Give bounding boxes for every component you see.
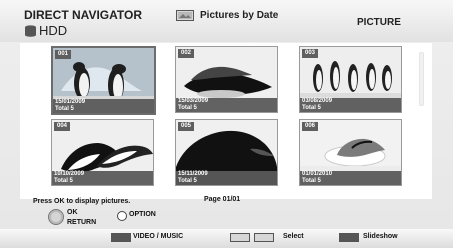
hdd-icon [25,24,36,37]
hdd-indicator: HDD [24,23,67,38]
ok-label: OK [67,209,78,216]
direct-navigator-screen: DIRECT NAVIGATOR HDD Pictures by Date PI… [0,0,453,248]
thumbnail-001[interactable]: 001 15/01/2009 Total 5 [51,46,156,115]
thumbnail-number: 003 [302,49,319,58]
picture-icon [176,10,194,21]
mode-label: PICTURE [357,17,401,28]
thumbnail-caption: 10/10/2009 Total 5 [52,171,153,185]
thumbnail-total: Total 5 [302,105,321,111]
instruction-text: Press OK to display pictures. [33,198,131,205]
top-bar: DIRECT NAVIGATOR HDD Pictures by Date PI… [0,0,453,42]
thumbnail-date: 15/03/2009 [178,98,209,104]
thumbnail-005[interactable]: 005 15/11/2009 Total 5 [175,119,278,186]
select-color-button-right[interactable] [254,233,274,242]
thumbnail-date: 15/11/2009 [178,171,208,177]
thumbnail-number: 002 [178,49,195,58]
return-label: RETURN [67,219,97,226]
thumbnail-number: 006 [302,122,319,131]
thumbnail-006[interactable]: 006 01/01/2010 Total 5 [299,119,402,186]
select-label: Select [283,233,304,240]
thumbnail-caption: 03/08/2009 Total 5 [300,98,401,112]
video-music-label: VIDEO / MUSIC [133,233,184,240]
thumbnail-number: 001 [55,50,72,59]
thumbnail-total: Total 5 [54,178,73,184]
thumbnail-number: 005 [178,122,195,131]
slideshow-color-button[interactable] [339,233,359,242]
scrollbar[interactable] [419,52,424,106]
view-mode: Pictures by Date [176,10,278,21]
video-music-color-button[interactable] [111,233,131,242]
slideshow-label: Slideshow [363,233,398,240]
drive-label: HDD [39,23,68,38]
thumbnail-total: Total 5 [302,178,321,184]
thumbnail-total: Total 5 [178,178,197,184]
thumbnail-number: 004 [54,122,71,131]
thumbnail-004[interactable]: 004 10/10/2009 Total 5 [51,119,154,186]
select-color-button-left[interactable] [230,233,250,242]
thumbnail-caption: 15/01/2009 Total 5 [53,99,154,113]
screen-title: DIRECT NAVIGATOR [24,8,143,22]
thumbnail-date: 03/08/2009 [302,98,333,104]
view-label: Pictures by Date [200,10,279,21]
thumbnail-total: Total 5 [55,106,74,112]
option-button-icon[interactable] [117,211,127,221]
thumbnail-003[interactable]: 003 03/08/2009 Total 5 [299,46,402,113]
thumbnail-date: 10/10/2009 [54,171,85,177]
page-indicator: Page 01/01 [204,196,241,203]
thumbnail-caption: 15/03/2009 Total 5 [176,98,277,112]
thumbnail-date: 01/01/2010 [302,171,333,177]
ok-button-icon[interactable] [48,209,64,225]
thumbnail-caption: 01/01/2010 Total 5 [300,171,401,185]
thumbnail-caption: 15/11/2009 Total 5 [176,171,277,185]
thumbnail-date: 15/01/2009 [55,99,86,105]
thumbnail-002[interactable]: 002 15/03/2009 Total 5 [175,46,278,113]
thumbnail-total: Total 5 [178,105,197,111]
option-label: OPTION [129,211,156,218]
